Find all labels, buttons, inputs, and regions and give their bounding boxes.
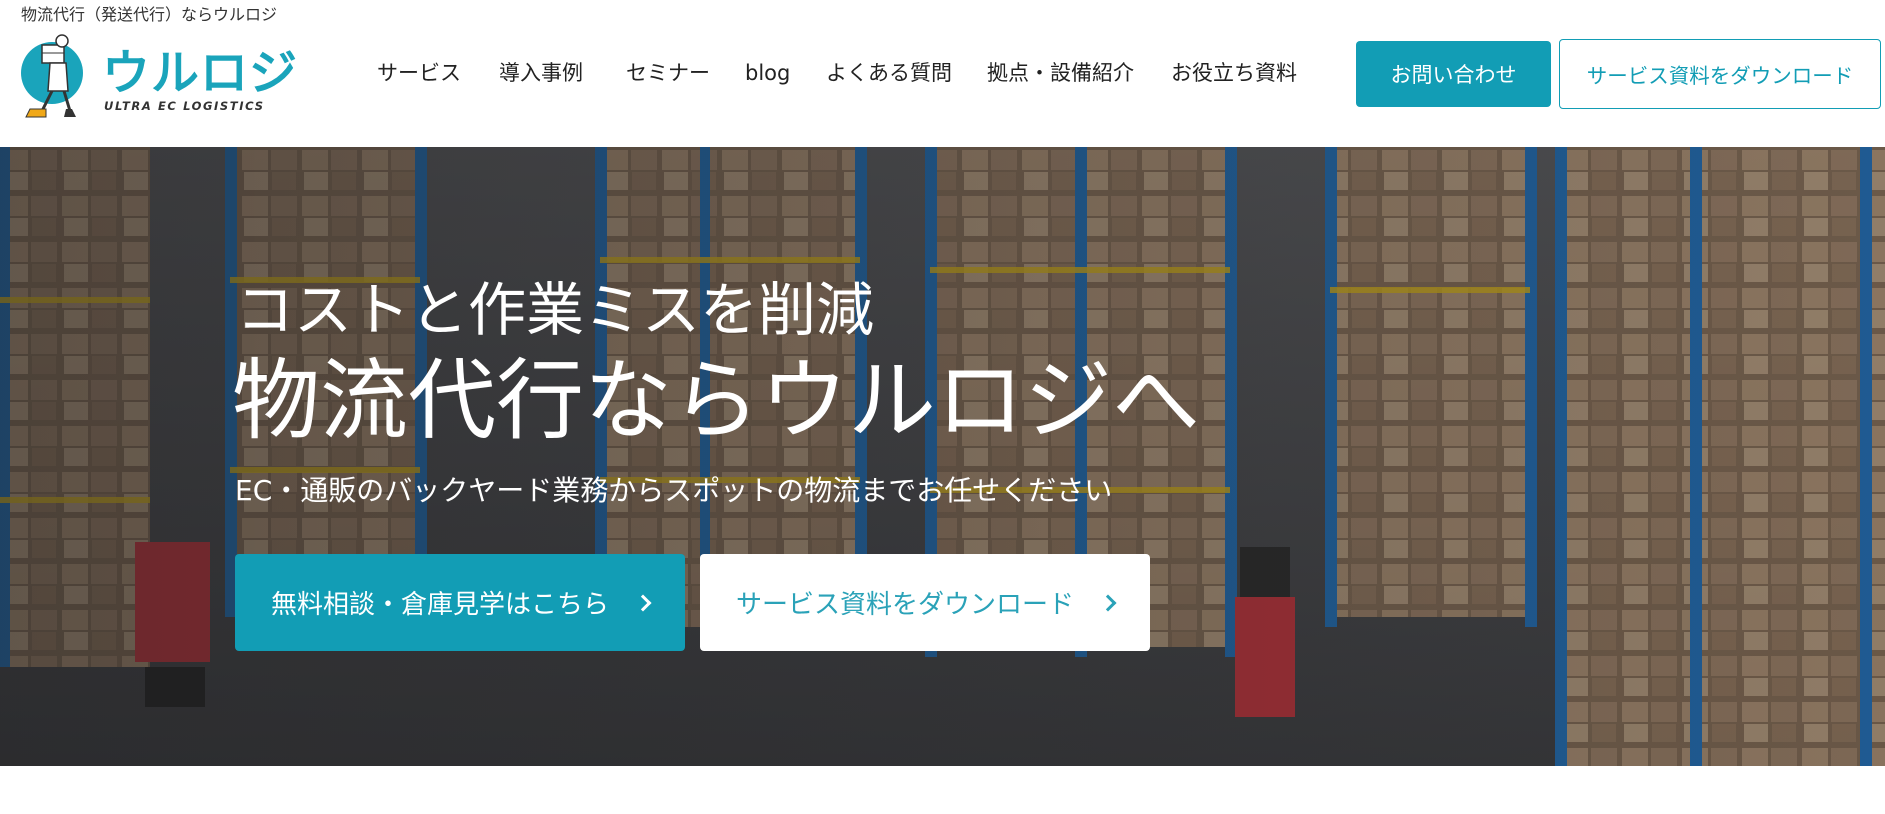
nav-item-seminars[interactable]: セミナー [626, 56, 710, 90]
hero-download-button[interactable]: サービス資料をダウンロード [700, 554, 1150, 651]
delivery-mascot-icon [21, 34, 83, 118]
hero-lead-text: コストと作業ミスを削減 [236, 276, 875, 344]
nav-item-blog[interactable]: blog [745, 56, 790, 90]
nav-item-case-studies[interactable]: 導入事例 [499, 56, 583, 90]
hero-description: EC・通販のバックヤード業務からスポットの物流までお任せください [235, 474, 1113, 507]
logo-wordmark: ウルロジ [102, 45, 299, 101]
hero-overlay [0, 147, 1885, 766]
nav-item-facilities[interactable]: 拠点・設備紹介 [987, 56, 1134, 90]
chevron-right-icon [1099, 594, 1117, 611]
contact-button[interactable]: お問い合わせ [1356, 41, 1551, 107]
logo-subtitle: ULTRA EC LOGISTICS [104, 99, 265, 113]
hero-section: コストと作業ミスを削減 物流代行ならウルロジへ EC・通販のバックヤード業務から… [0, 147, 1885, 766]
hero-title: 物流代行ならウルロジへ [232, 349, 1201, 452]
nav-item-faq[interactable]: よくある質問 [826, 56, 952, 90]
site-logo[interactable]: ウルロジ ULTRA EC LOGISTICS [20, 33, 297, 119]
free-consultation-button[interactable]: 無料相談・倉庫見学はこちら [235, 554, 685, 651]
free-consultation-label: 無料相談・倉庫見学はこちら [270, 590, 609, 620]
hero-download-label: サービス資料をダウンロード [735, 590, 1074, 620]
nav-item-services[interactable]: サービス [377, 56, 461, 90]
nav-item-resources[interactable]: お役立ち資料 [1171, 56, 1297, 90]
header-download-button[interactable]: サービス資料をダウンロード [1559, 39, 1881, 109]
site-tagline: 物流代行（発送代行）ならウルロジ [21, 5, 278, 24]
chevron-right-icon [634, 594, 652, 611]
